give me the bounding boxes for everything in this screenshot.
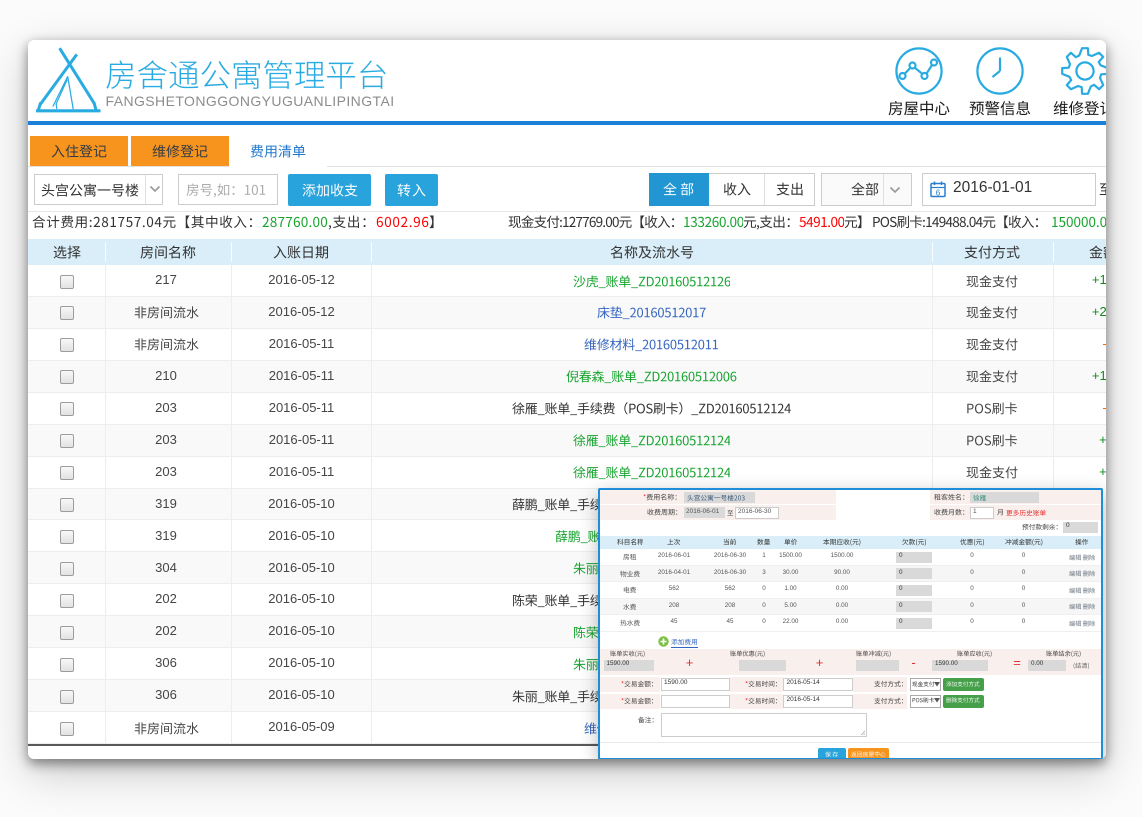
svg-text:6: 6 xyxy=(936,189,941,198)
